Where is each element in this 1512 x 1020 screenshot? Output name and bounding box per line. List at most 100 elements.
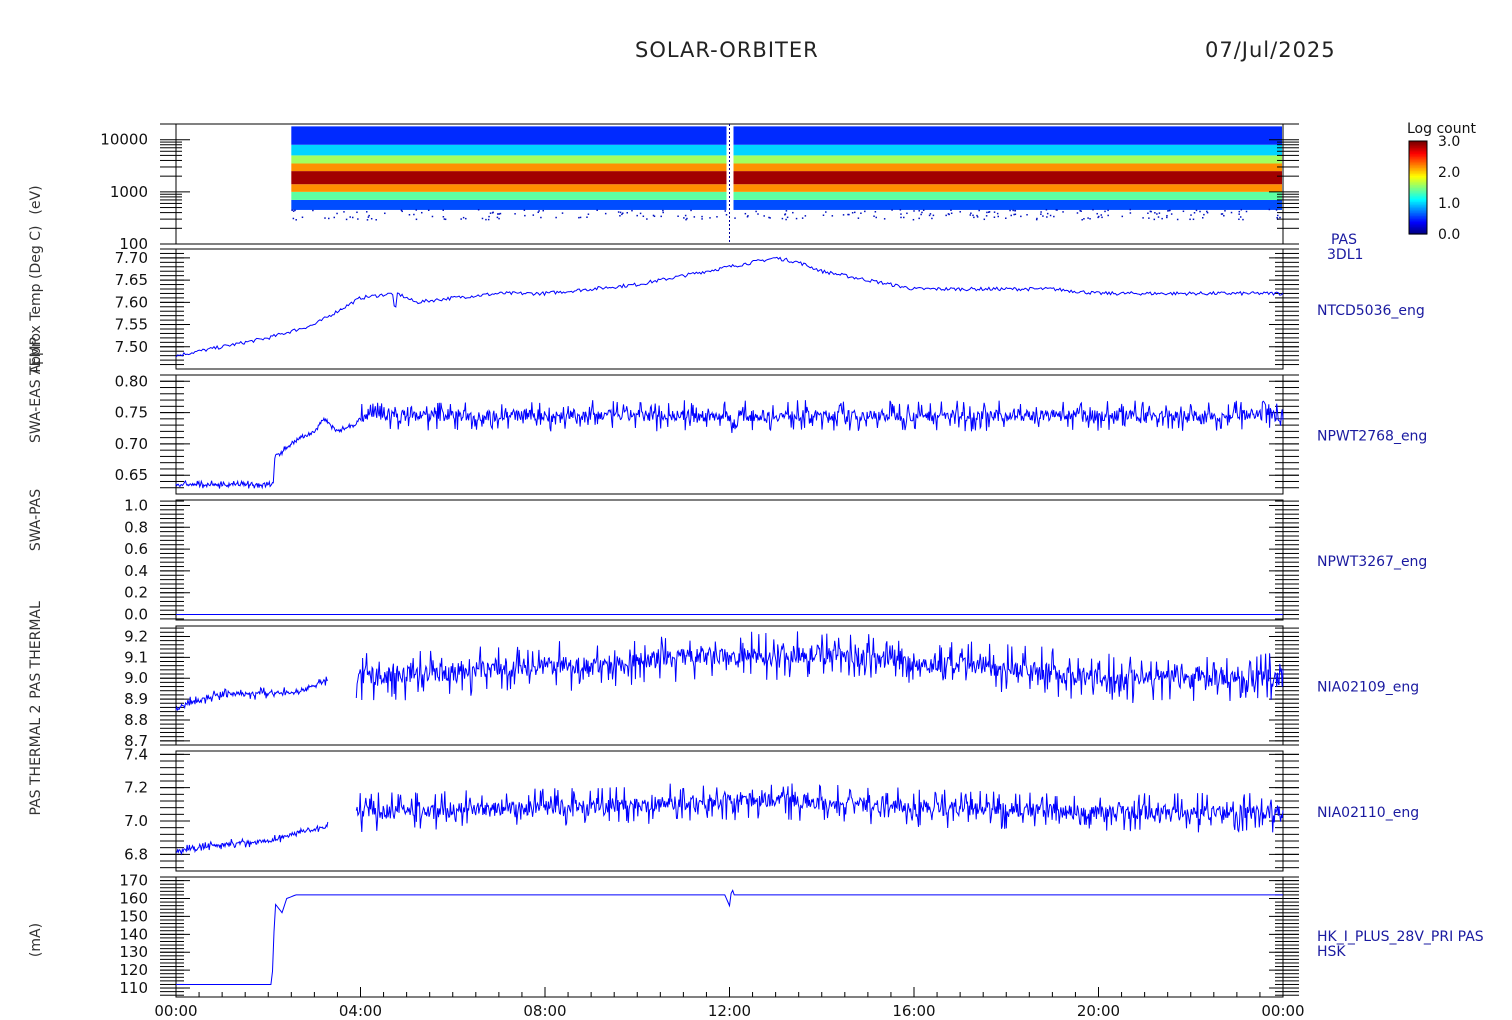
spectrogram-speckle (1107, 214, 1109, 217)
spectrogram-speckle (978, 209, 980, 212)
spectrogram-speckle (972, 214, 974, 217)
spectrogram-speckle (1176, 218, 1179, 221)
spectrogram-speckle (851, 212, 854, 214)
spectrogram-speckle (1199, 210, 1201, 213)
x-tick-label: 08:00 (523, 1002, 566, 1020)
spectrogram-speckle (1062, 211, 1064, 213)
spectrogram-speckle (1142, 217, 1144, 219)
colorbar-tick-label: 2.0 (1438, 165, 1460, 181)
spectrogram-speckle (291, 209, 293, 212)
spectrogram-speckle (683, 217, 685, 219)
panel-2-y-tick-label: 0.70 (115, 435, 148, 453)
spectrogram-speckle (487, 218, 490, 221)
spectrogram-speckle (652, 214, 655, 217)
spectrogram-band (291, 144, 727, 156)
spectrogram-speckle (477, 209, 480, 211)
panel-4-frame (175, 625, 1284, 746)
spectrogram-speckle (825, 211, 827, 213)
spectrogram-speckle (481, 217, 484, 220)
spectrogram-speckle (1279, 216, 1281, 219)
spectrogram-speckle (918, 210, 920, 212)
spectrogram-speckle (365, 211, 368, 213)
spectrogram-speckle (345, 218, 348, 221)
panel-6-y-tick-label: 110 (119, 979, 148, 997)
heatmap-y-tick-label: 1000 (110, 183, 148, 201)
spectrogram-speckle (619, 215, 621, 217)
spectrogram-speckle (367, 216, 370, 218)
spectrogram-speckle (1166, 216, 1168, 219)
spectrogram-speckle (690, 209, 692, 212)
spectrogram-speckle (1129, 208, 1131, 211)
spectrogram-speckle (1040, 211, 1042, 213)
colorbar-tick-label: 0.0 (1438, 227, 1460, 243)
spectrogram-speckle (1230, 211, 1233, 214)
spectrogram-speckle (883, 218, 886, 220)
spectrogram-speckle (921, 211, 923, 214)
panel-4-y-tick-label: 8.9 (124, 690, 148, 708)
spectrogram-speckle (587, 213, 590, 215)
spectrogram-speckle (1081, 218, 1083, 221)
spectrogram-speckle (538, 210, 540, 212)
spectrogram-speckle (646, 218, 648, 220)
spectrogram-speckle (709, 217, 711, 219)
panel-5-y-tick-label: 7.0 (124, 812, 148, 830)
spectrogram-speckle (351, 216, 354, 219)
spectrogram-band (733, 199, 1282, 210)
panel-5-trace (175, 783, 1284, 856)
spectrogram-speckle (1192, 218, 1195, 221)
panel-4-trace (175, 631, 1284, 712)
panel-5-y-tick-label: 7.2 (124, 779, 148, 797)
spectrogram-speckle (462, 216, 465, 219)
spectrogram-speckle (988, 211, 991, 213)
spectrogram-speckle (842, 214, 845, 216)
spectrogram-speckle (1240, 208, 1243, 211)
panel-3-frame (175, 499, 1284, 621)
spectrogram-speckle (662, 209, 664, 212)
spectrogram-speckle (1189, 218, 1191, 221)
spectrogram-speckle (619, 211, 622, 214)
spectrogram-speckle (785, 218, 787, 221)
panel-4-right-label: NIA02109_eng (1317, 680, 1419, 696)
spectrogram-speckle (420, 211, 423, 214)
spectrogram-speckle (747, 215, 749, 217)
panel-3-y-tick-label: 0.4 (124, 562, 148, 580)
spectrogram-band (733, 155, 1282, 164)
x-tick-label: 04:00 (339, 1002, 382, 1020)
panel-6-right-label: HK_I_PLUS_28V_PRI PAS (1317, 929, 1484, 945)
spectrogram-speckle (724, 210, 727, 212)
spectrogram-speckle (950, 212, 953, 215)
spectrogram-speckle (864, 210, 866, 213)
x-tick-label: 20:00 (1077, 1002, 1120, 1020)
spectrogram-band (291, 184, 727, 192)
spectrogram-speckle (928, 214, 931, 217)
spectrogram-band (291, 155, 727, 164)
spectrogram-speckle (1014, 209, 1016, 212)
heatmap-y-tick-label: 10000 (100, 131, 148, 149)
spectrogram-speckle (922, 209, 925, 212)
panel-5-right-label: NIA02110_eng (1317, 805, 1419, 821)
spectrogram-speckle (413, 213, 415, 216)
spectrogram-speckle (408, 214, 411, 216)
heatmap-right-label: PAS (1331, 232, 1357, 248)
panel-6-y-tick-label: 160 (119, 889, 148, 907)
x-tick-label: 00:00 (154, 1002, 197, 1020)
spectrogram-band (733, 171, 1282, 185)
spectrogram-speckle (1080, 210, 1082, 212)
spectrogram-speckle (986, 211, 988, 214)
heatmap-right-label-2: 3DL1 (1327, 247, 1363, 263)
spectrogram-speckle (1129, 212, 1132, 214)
spectrogram-speckle (497, 213, 499, 215)
spectrogram-speckle (370, 217, 373, 220)
spectrogram-speckle (540, 216, 542, 219)
spectrogram-band (733, 184, 1282, 192)
spectrogram-speckle (1239, 216, 1242, 218)
spectrogram-speckle (292, 217, 295, 220)
spectrogram-speckle (1277, 214, 1279, 217)
spectrogram-speckle (1147, 212, 1149, 214)
spectrogram-speckle (1193, 212, 1196, 214)
spectrogram-speckle (636, 214, 638, 217)
spectrogram-speckle (744, 212, 747, 215)
spectrogram-speckle (1268, 208, 1271, 211)
spectrogram-speckle (831, 215, 834, 217)
spectrogram-speckle (662, 211, 664, 214)
